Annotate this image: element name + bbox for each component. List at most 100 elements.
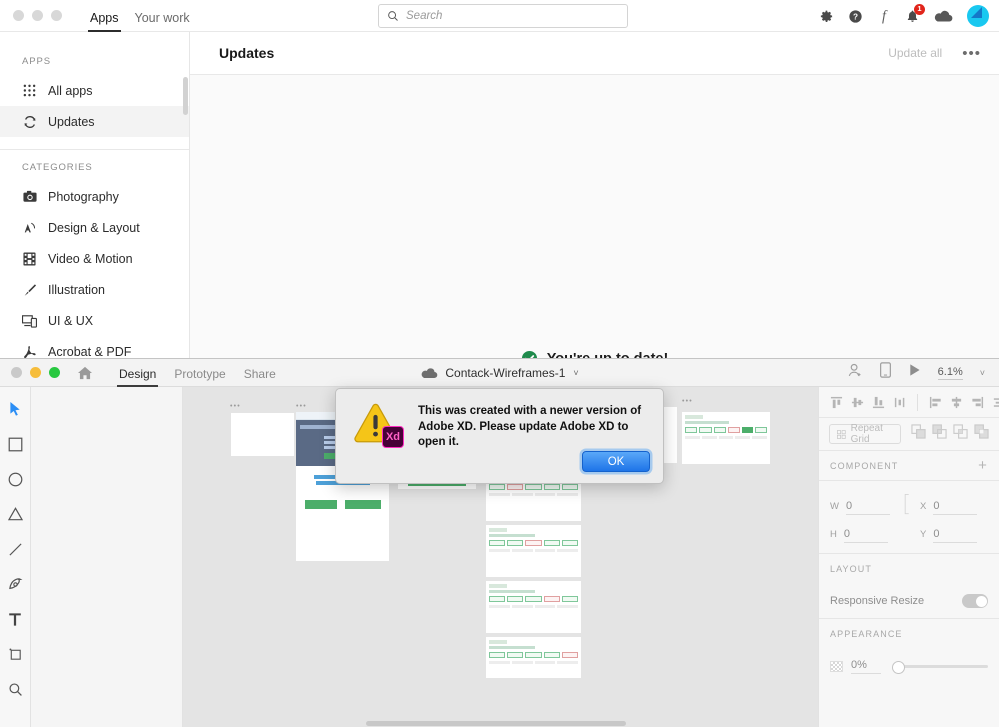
y-value[interactable]: 0	[933, 528, 978, 543]
sidebar-item-updates[interactable]: Updates	[0, 106, 189, 137]
artboard-menu-blank[interactable]: •••	[230, 403, 241, 410]
responsive-resize-label: Responsive Resize	[830, 595, 925, 607]
refresh-icon	[22, 114, 37, 129]
repeat-grid-button[interactable]: Repeat Grid	[829, 423, 901, 445]
tab-your-work[interactable]: Your work	[127, 11, 198, 32]
align-middle-vertical-button[interactable]	[849, 394, 866, 411]
appearance-section-header: APPEARANCE	[819, 619, 999, 649]
lock-aspect-icon[interactable]	[903, 493, 910, 515]
layout-section-label: LAYOUT	[830, 564, 872, 574]
sidebar-item-video-motion[interactable]: Video & Motion	[0, 243, 189, 274]
line-tool[interactable]	[5, 539, 25, 559]
xd-minimize-button[interactable]	[30, 367, 41, 378]
sidebar-label-updates: Updates	[48, 114, 95, 129]
x-value[interactable]: 0	[933, 500, 978, 515]
xd-window-controls[interactable]	[11, 367, 60, 378]
updates-more-button[interactable]: •••	[962, 46, 981, 61]
canvas-horizontal-scrollbar[interactable]	[366, 721, 626, 726]
artboard-menu-home[interactable]: •••	[296, 403, 307, 410]
distribute-vertical-button[interactable]	[891, 394, 908, 411]
user-avatar[interactable]	[967, 5, 989, 27]
sidebar-item-illustration[interactable]: Illustration	[0, 274, 189, 305]
sidebar-item-ui-ux[interactable]: UI & UX	[0, 305, 189, 336]
device-preview-icon[interactable]	[879, 362, 891, 383]
xd-maximize-button[interactable]	[49, 367, 60, 378]
dialog-ok-button[interactable]: OK	[582, 451, 650, 472]
align-bottom-button[interactable]	[870, 394, 887, 411]
artboard-blank[interactable]	[231, 413, 294, 456]
y-field[interactable]: Y 0	[920, 528, 982, 543]
height-field[interactable]: H 0	[830, 528, 892, 543]
xd-toolbar	[0, 387, 31, 727]
tab-prototype[interactable]: Prototype	[165, 367, 234, 387]
subtract-shape-button[interactable]	[932, 424, 947, 444]
opacity-value[interactable]: 0%	[851, 659, 881, 674]
artboard-table-4[interactable]	[486, 581, 581, 633]
sidebar-item-all-apps[interactable]: All apps	[0, 75, 189, 106]
gear-icon[interactable]	[819, 9, 834, 24]
zoom-level-value[interactable]: 6.1%	[937, 366, 963, 380]
height-value[interactable]: 0	[843, 528, 888, 543]
cc-minimize-button[interactable]	[32, 10, 43, 21]
cc-close-button[interactable]	[13, 10, 24, 21]
artboard-table-3[interactable]	[486, 525, 581, 577]
polygon-tool[interactable]	[5, 504, 25, 524]
sidebar-label-design-layout: Design & Layout	[48, 220, 140, 235]
repeat-grid-label: Repeat Grid	[850, 423, 883, 445]
align-center-horizontal-button[interactable]	[948, 394, 965, 411]
select-tool[interactable]	[5, 399, 25, 419]
search-icon	[388, 11, 398, 21]
align-top-button[interactable]	[828, 394, 845, 411]
artboard-tool[interactable]	[5, 644, 25, 664]
svg-text:f: f	[882, 8, 888, 24]
home-icon[interactable]	[77, 366, 93, 380]
artboard-menu-table-6[interactable]: •••	[682, 398, 693, 405]
sidebar-item-design-layout[interactable]: Design & Layout	[0, 212, 189, 243]
search-field[interactable]: Search	[378, 4, 628, 28]
tab-design[interactable]: Design	[110, 367, 165, 387]
rectangle-tool[interactable]	[5, 434, 25, 454]
cc-maximize-button[interactable]	[51, 10, 62, 21]
tab-apps[interactable]: Apps	[82, 11, 127, 32]
responsive-resize-toggle[interactable]	[962, 594, 988, 608]
text-tool[interactable]	[5, 609, 25, 629]
xd-layers-panel[interactable]	[31, 387, 183, 727]
add-component-button[interactable]: +	[978, 458, 988, 473]
add-shape-button[interactable]	[911, 424, 926, 444]
cc-topbar: Apps Your work Search ? f 1	[0, 0, 999, 32]
dialog-icon: Xd	[352, 402, 404, 450]
cc-window-controls[interactable]	[13, 10, 62, 21]
tab-share[interactable]: Share	[235, 367, 285, 387]
updates-header: Updates Update all •••	[190, 32, 999, 75]
cloud-sync-icon[interactable]	[934, 9, 953, 23]
height-label: H	[830, 529, 837, 540]
artboard-table-5[interactable]	[486, 637, 581, 678]
opacity-slider[interactable]	[892, 660, 988, 674]
xd-close-button[interactable]	[11, 367, 22, 378]
width-field[interactable]: W 0	[830, 500, 892, 515]
exclude-shape-button[interactable]	[974, 424, 989, 444]
brush-icon	[22, 282, 37, 297]
sidebar-label-acrobat-pdf: Acrobat & PDF	[48, 344, 132, 359]
pen-tool[interactable]	[5, 574, 25, 594]
fonts-icon[interactable]: f	[877, 8, 891, 24]
distribute-horizontal-button[interactable]	[990, 394, 999, 411]
help-icon[interactable]: ?	[848, 9, 863, 24]
notifications-bell-icon[interactable]: 1	[905, 3, 925, 24]
sidebar-scrollbar[interactable]	[183, 77, 188, 115]
document-name-button[interactable]: Contack-Wireframes-1 ˅	[420, 366, 579, 380]
play-preview-icon[interactable]	[908, 363, 921, 382]
document-chevron-down-icon[interactable]: ˅	[573, 368, 578, 378]
sidebar-item-photography[interactable]: Photography	[0, 181, 189, 212]
align-right-button[interactable]	[969, 394, 986, 411]
intersect-shape-button[interactable]	[953, 424, 968, 444]
x-field[interactable]: X 0	[920, 500, 982, 515]
update-all-button[interactable]: Update all	[888, 46, 942, 60]
width-value[interactable]: 0	[845, 500, 890, 515]
artboard-table-6[interactable]	[682, 412, 770, 464]
zoom-tool[interactable]	[5, 679, 25, 699]
zoom-chevron-down-icon[interactable]: ˅	[980, 368, 985, 378]
align-left-button[interactable]	[927, 394, 944, 411]
ellipse-tool[interactable]	[5, 469, 25, 489]
invite-user-icon[interactable]	[847, 362, 863, 383]
